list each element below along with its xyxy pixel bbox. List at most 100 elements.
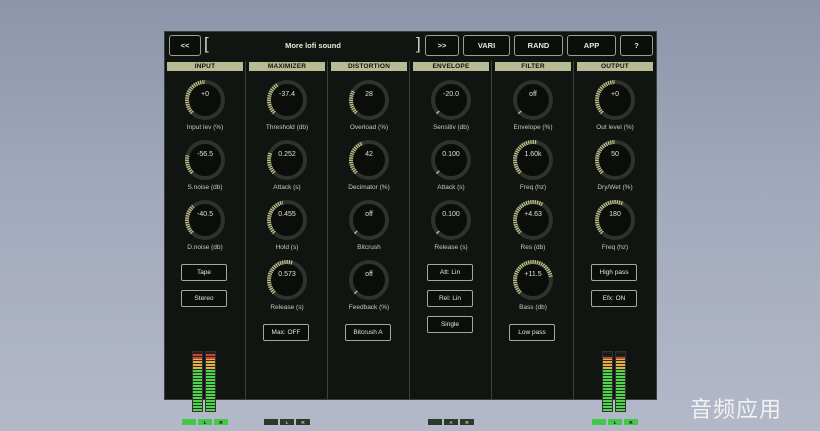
toggle-button-low-pass[interactable]: Low pass (509, 324, 555, 341)
toggle-button-high-pass[interactable]: High pass (591, 264, 637, 281)
knob-d-noise-db[interactable]: -40.5 D.noise (db) (180, 198, 230, 251)
knob-value: +0 (611, 91, 619, 98)
knob-input-lev[interactable]: +0 Input lev (%) (180, 78, 230, 131)
column-header: OUTPUT (577, 62, 653, 71)
toggle-button-rel-lin[interactable]: Rel: Lin (427, 290, 473, 307)
knob-bass-db[interactable]: +11.5 Bass (db) (508, 258, 558, 311)
knob-label: Dry/Wet (%) (597, 184, 633, 191)
knob-value: 0.252 (278, 151, 296, 158)
next-preset-button[interactable]: >> (425, 35, 459, 56)
knob-dry-wet[interactable]: 50 Dry/Wet (%) (590, 138, 640, 191)
knob-out-level[interactable]: +0 Out level (%) (590, 78, 640, 131)
channel-pad (264, 419, 278, 425)
column-header: FILTER (495, 62, 571, 71)
knob-label: Threshold (db) (265, 124, 309, 131)
knob-dial-icon (513, 140, 553, 180)
knob-label: Bitcrush (357, 244, 381, 251)
channel-pad (182, 419, 196, 425)
knob-value: off (529, 91, 537, 98)
knob-dial-icon (185, 80, 225, 120)
toggle-button-efx-on[interactable]: Efx: ON (591, 290, 637, 307)
knob-release-s[interactable]: 0.100 Release (s) (426, 198, 476, 251)
knob-dial-icon (595, 80, 635, 120)
knob-value: 180 (609, 211, 621, 218)
knob-dial-icon (513, 80, 553, 120)
knob-sensitiv-db[interactable]: -20.0 Sensitiv (db) (426, 78, 476, 131)
preset-name[interactable]: More lofi sound (205, 35, 421, 56)
knob-value: 28 (365, 91, 373, 98)
knob-value: 50 (611, 151, 619, 158)
level-meter (192, 351, 203, 412)
column-header: DISTORTION (331, 62, 407, 71)
knob-freq-hz[interactable]: 180 Freq (hz) (590, 198, 640, 251)
knob-label: Freq (hz) (601, 244, 629, 251)
prev-preset-button[interactable]: << (169, 35, 201, 56)
knob-label: Release (s) (270, 304, 304, 311)
channel-label: L (280, 419, 294, 425)
toggle-button-single[interactable]: Single (427, 316, 473, 333)
toggle-button-max-off[interactable]: Max: OFF (263, 324, 309, 341)
meter-fill (193, 353, 202, 360)
knob-value: -40.5 (197, 211, 213, 218)
knob-decimator[interactable]: 42 Decimator (%) (344, 138, 394, 191)
knob-attack-s[interactable]: 0.252 Attack (s) (262, 138, 312, 191)
knob-label: Input lev (%) (186, 124, 224, 131)
knob-value: +0 (201, 91, 209, 98)
knob-dial-icon (267, 80, 307, 120)
vari-button[interactable]: VARI (463, 35, 510, 56)
column-header: INPUT (167, 62, 243, 71)
knob-value: off (365, 211, 373, 218)
meter-fill (603, 356, 612, 360)
knob-attack-s[interactable]: 0.100 Attack (s) (426, 138, 476, 191)
toggle-button-stereo[interactable]: Stereo (181, 290, 227, 307)
knob-dial-icon (267, 200, 307, 240)
knob-label: Decimator (%) (348, 184, 390, 191)
knob-label: Bass (db) (519, 304, 547, 311)
knob-dial-icon (267, 140, 307, 180)
channel-label: L (198, 419, 212, 425)
meter-fill (616, 356, 625, 360)
knob-threshold-db[interactable]: -37.4 Threshold (db) (262, 78, 312, 131)
knob-res-db[interactable]: +4.63 Res (db) (508, 198, 558, 251)
knob-value: 1.60k (524, 151, 542, 158)
knob-feedback[interactable]: off Feedback (%) (344, 258, 394, 311)
knob-label: Feedback (%) (348, 304, 390, 311)
channel-label: R (460, 419, 474, 425)
meter-fill (603, 359, 612, 369)
app-button[interactable]: APP (567, 35, 616, 56)
toggle-button-bitcrush-a[interactable]: Bitcrush A (345, 324, 391, 341)
knob-overload[interactable]: 28 Overload (%) (344, 78, 394, 131)
knob-dial-icon (512, 200, 553, 240)
column-envelope: ENVELOPE -20.0 Sensitiv (db) 0.100 Attack (s… (411, 61, 492, 425)
column-header: ENVELOPE (413, 62, 489, 71)
knob-value: off (365, 271, 373, 278)
knob-value: -56.5 (197, 151, 213, 158)
channel-indicator: LR (592, 419, 638, 425)
knob-label: Out level (%) (596, 124, 634, 131)
knob-dial-icon (349, 200, 389, 240)
watermark-text: 音频应用 (690, 398, 783, 423)
meter-fill (206, 359, 215, 369)
knob-s-noise-db[interactable]: -56.5 S.noise (db) (180, 138, 230, 191)
knob-dial-icon (185, 140, 225, 180)
toggle-button-att-lin[interactable]: Att: Lin (427, 264, 473, 281)
column-filter: FILTER off Envelope (%) 1.60k Freq (hz) +4.63… (493, 61, 574, 400)
knob-bitcrush[interactable]: off Bitcrush (344, 198, 394, 251)
knob-dial-icon (431, 140, 471, 180)
knob-label: Sensitiv (db) (432, 124, 470, 131)
knob-value: 0.100 (442, 211, 460, 218)
knob-release-s[interactable]: 0.573 Release (s) (262, 258, 312, 311)
knob-hold-s[interactable]: 0.455 Hold (s) (262, 198, 312, 251)
knob-label: Release (s) (434, 244, 468, 251)
rand-button[interactable]: RAND (514, 35, 563, 56)
channel-label: R (214, 419, 228, 425)
knob-dial-icon (267, 260, 307, 300)
top-bar: << [ More lofi sound ] >> VARI RAND APP … (165, 32, 656, 62)
plugin-panel: << [ More lofi sound ] >> VARI RAND APP … (164, 31, 657, 425)
knob-envelope[interactable]: off Envelope (%) (508, 78, 558, 131)
help-button[interactable]: ? (620, 35, 653, 56)
channel-label: R (624, 419, 638, 425)
channel-label: R (296, 419, 310, 425)
toggle-button-tape[interactable]: Tape (181, 264, 227, 281)
knob-freq-hz[interactable]: 1.60k Freq (hz) (508, 138, 558, 191)
